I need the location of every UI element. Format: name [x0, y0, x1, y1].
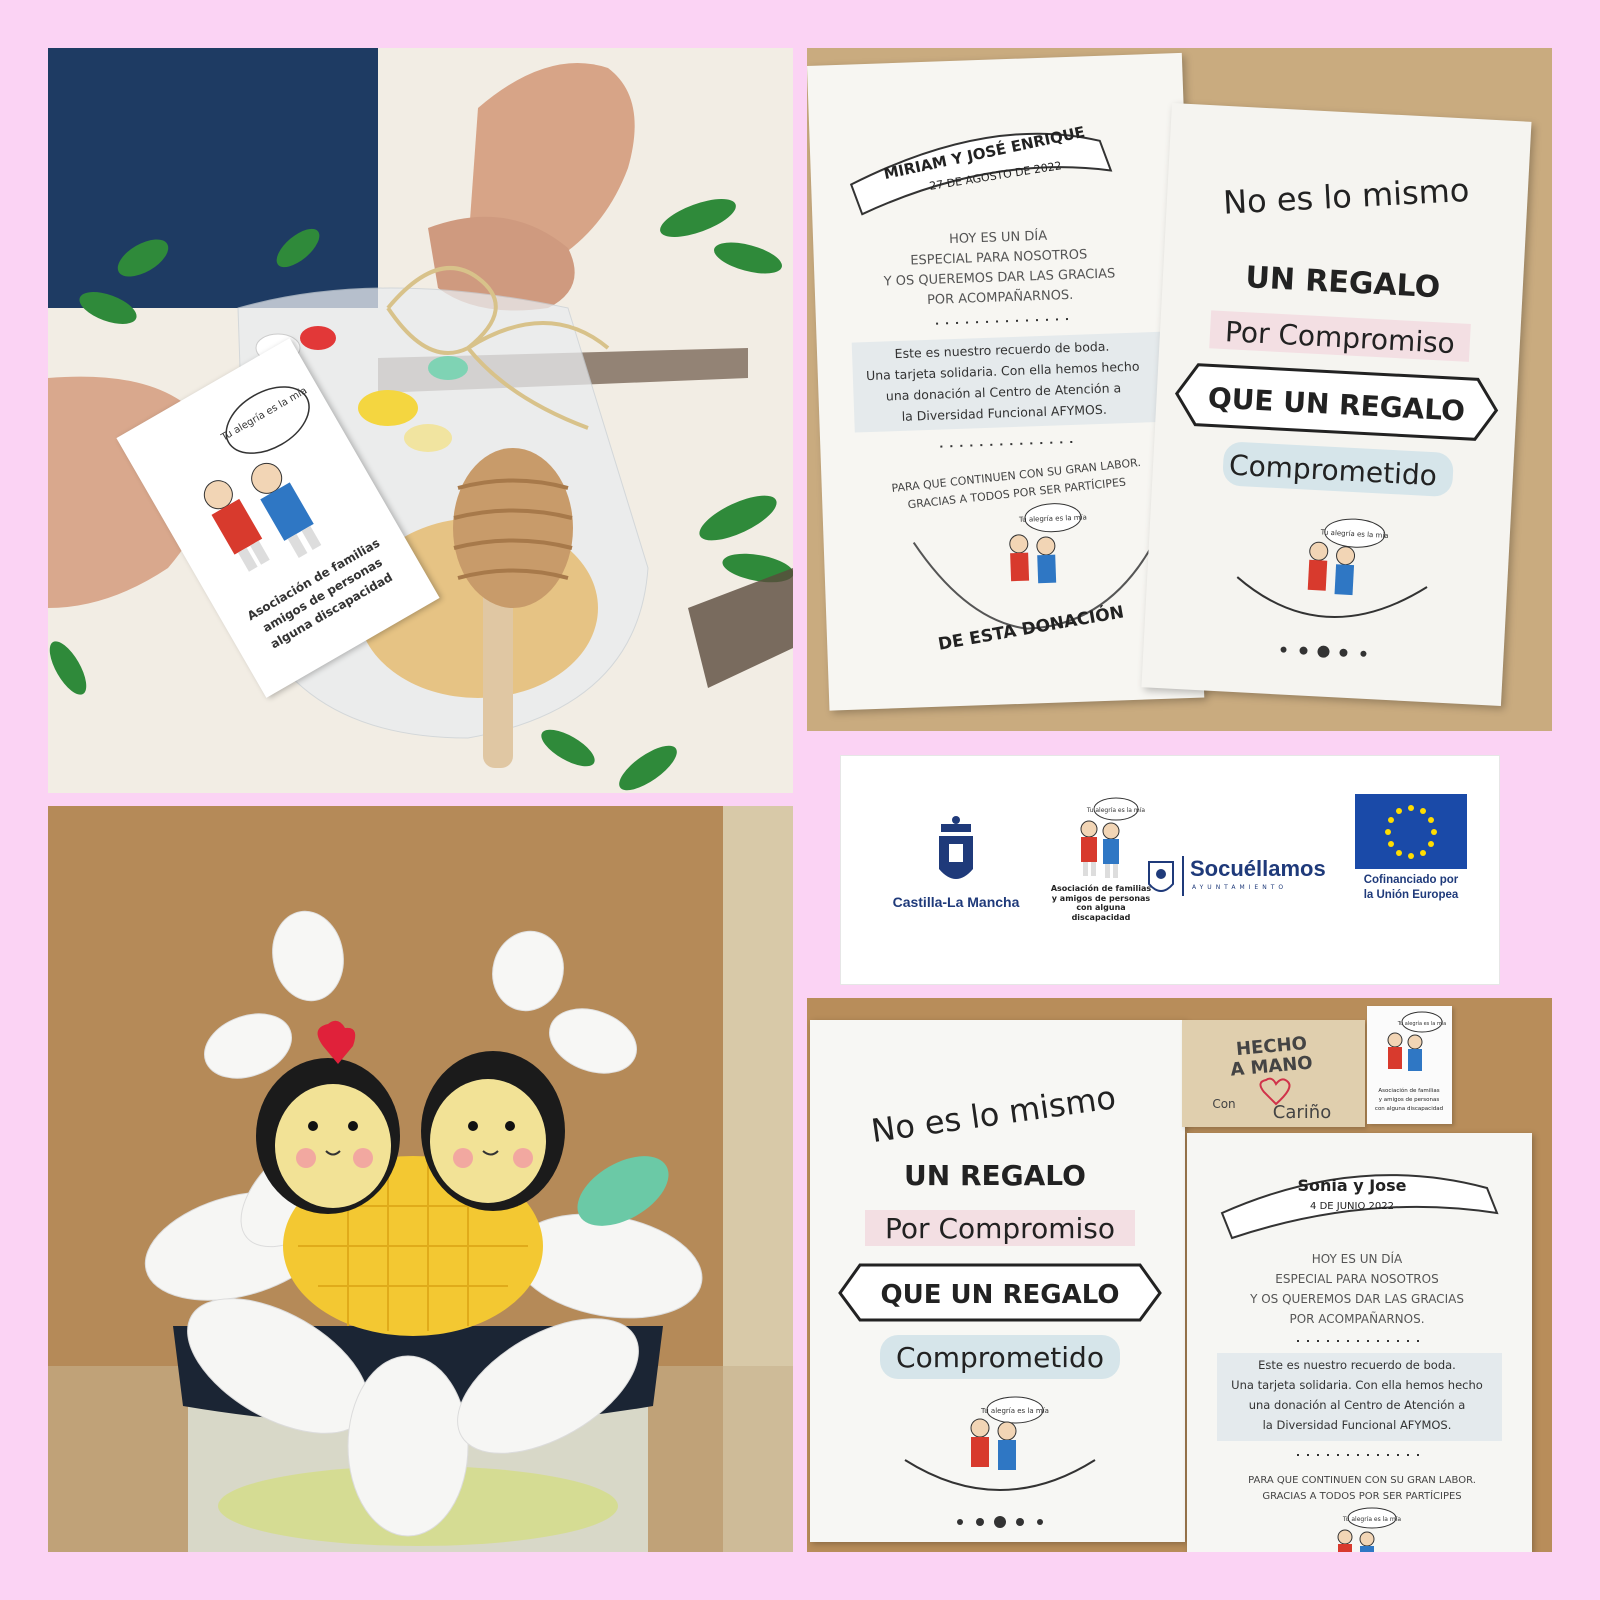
card-sonia-body-3: una donación al Centro de Atención a	[1249, 1398, 1466, 1412]
card-sonia-body-1: Este es nuestro recuerdo de boda.	[1258, 1358, 1456, 1372]
card-sonia-intro-4: POR ACOMPAÑARNOS.	[1289, 1311, 1424, 1326]
card-sonia-intro-1: HOY ES UN DÍA	[1312, 1251, 1403, 1266]
photo-wedding-cards: MIRIAM Y JOSÉ ENRIQUE 27 DE AGOSTO DE 20…	[807, 48, 1552, 731]
kraft-tag-drawing: HECHO A MANO Con Cariño	[1212, 1033, 1331, 1123]
card-miriam-intro-2: ESPECIAL PARA NOSOTROS	[910, 247, 1087, 268]
card-regalo2: No es lo mismo UN REGALO Por Compromiso …	[810, 1020, 1185, 1542]
heart-outline-icon	[1259, 1077, 1291, 1106]
card-sonia-closing-1: PARA QUE CONTINUEN CON SU GRAN LABOR.	[1248, 1475, 1476, 1486]
socuellamos-sub: AYUNTAMIENTO	[1192, 884, 1288, 891]
logo-afymos: Tu alegría es la mía Asociación de famil…	[1046, 794, 1156, 922]
eu-line-1: Cofinanciado por	[1363, 874, 1459, 886]
card-regalo-line2: UN REGALO	[1245, 260, 1441, 305]
card-sonia-closing-2: GRACIAS A TODOS POR SER PARTÍCIPES	[1262, 1489, 1461, 1502]
card-miriam-intro-3: Y OS QUEREMOS DAR LAS GRACIAS	[882, 266, 1115, 289]
card-sonia-bubble: Tu alegría es la mía	[1342, 1516, 1402, 1523]
sponsor-logos-band: Castilla-La Mancha Tu alegría es la mía …	[840, 755, 1500, 985]
card-regalo2-bubble: Tu alegría es la mía	[980, 1407, 1049, 1415]
card-sonia-names: Sonia y Jose	[1297, 1176, 1406, 1195]
kraft-line4: Cariño	[1273, 1102, 1331, 1123]
card-sonia-body-4: la Diversidad Funcional AFYMOS.	[1263, 1418, 1452, 1432]
small-tag-line-2: y amigos de personas	[1379, 1097, 1440, 1103]
card-sonia-body-2: Una tarjeta solidaria. Con ella hemos he…	[1231, 1378, 1483, 1392]
card-sonia-intro-2: ESPECIAL PARA NOSOTROS	[1275, 1272, 1438, 1286]
bee-right	[421, 1051, 565, 1211]
photo-cards-cork: No es lo mismo UN REGALO Por Compromiso …	[807, 998, 1552, 1552]
small-tag-line-3: con alguna discapacidad	[1375, 1106, 1443, 1112]
card-regalo-drawing: No es lo mismo UN REGALO Por Compromiso …	[1174, 171, 1499, 658]
card-regalo2-drawing: No es lo mismo UN REGALO Por Compromiso …	[838, 1078, 1162, 1528]
castilla-la-mancha-crest-icon	[939, 816, 973, 879]
socuellamos-label: Socuéllamos	[1190, 856, 1326, 881]
clay-bees-scene	[48, 806, 793, 1552]
card-sonia-date: 4 DE JUNIO 2022	[1310, 1201, 1394, 1212]
small-afymos-tag: Tu alegría es la mía Asociación de famil…	[1367, 1006, 1452, 1124]
afymos-line-3: con alguna discapacidad	[1071, 903, 1131, 922]
photo-clay-bees	[48, 806, 793, 1552]
clm-label: Castilla-La Mancha	[892, 894, 1020, 910]
afymos-line-2: y amigos de personas	[1051, 893, 1151, 903]
card-regalo: No es lo mismo UN REGALO Por Compromiso …	[1141, 103, 1532, 707]
card-regalo-line1: No es lo mismo	[1222, 171, 1470, 222]
eu-line-2: la Unión Europea	[1363, 888, 1459, 901]
logo-castilla-la-mancha: Castilla-La Mancha	[891, 814, 1021, 910]
card-miriam-intro-4: POR ACOMPAÑARNOS.	[927, 287, 1074, 308]
card-regalo2-line3: Por Compromiso	[885, 1212, 1115, 1245]
card-miriam-footer: DE ESTA DONACIÓN	[936, 600, 1125, 654]
card-miriam-intro-1: HOY ES UN DÍA	[949, 228, 1048, 247]
socuellamos-crest-icon	[1148, 861, 1174, 892]
card-sonia-intro-3: Y OS QUEREMOS DAR LAS GRACIAS	[1249, 1292, 1464, 1306]
blue-shirt	[48, 48, 378, 308]
eu-flag-icon	[1355, 794, 1467, 869]
card-regalo2-line1: No es lo mismo	[869, 1078, 1118, 1150]
card-sonia: Sonia y Jose 4 DE JUNIO 2022 HOY ES UN D…	[1187, 1133, 1532, 1552]
card-regalo2-line5: Comprometido	[896, 1341, 1104, 1374]
card-sonia-drawing: Sonia y Jose 4 DE JUNIO 2022 HOY ES UN D…	[1217, 1174, 1502, 1552]
small-tag-bubble: Tu alegría es la mía	[1397, 1020, 1447, 1027]
small-tag-line-1: Asociación de familias	[1378, 1087, 1439, 1094]
bee-left	[256, 1058, 400, 1214]
afymos-bubble-text: Tu alegría es la mía	[1086, 807, 1146, 814]
logo-eu: Cofinanciado por la Unión Europea	[1351, 794, 1471, 903]
card-regalo2-line4: QUE UN REGALO	[881, 1280, 1120, 1310]
afymos-line-1: Asociación de familias	[1050, 884, 1152, 893]
kraft-tag: HECHO A MANO Con Cariño	[1182, 1020, 1365, 1127]
photo-honey-gift: Tu alegría es la mía Asociación de famil…	[48, 48, 793, 793]
logo-socuellamos: Socuéllamos AYUNTAMIENTO	[1146, 856, 1346, 906]
afymos-figures-icon: Tu alegría es la mía	[1080, 797, 1146, 878]
card-regalo2-line2: UN REGALO	[904, 1159, 1086, 1192]
small-tag-drawing: Tu alegría es la mía Asociación de famil…	[1375, 1011, 1447, 1112]
kraft-line3: Con	[1212, 1097, 1235, 1111]
